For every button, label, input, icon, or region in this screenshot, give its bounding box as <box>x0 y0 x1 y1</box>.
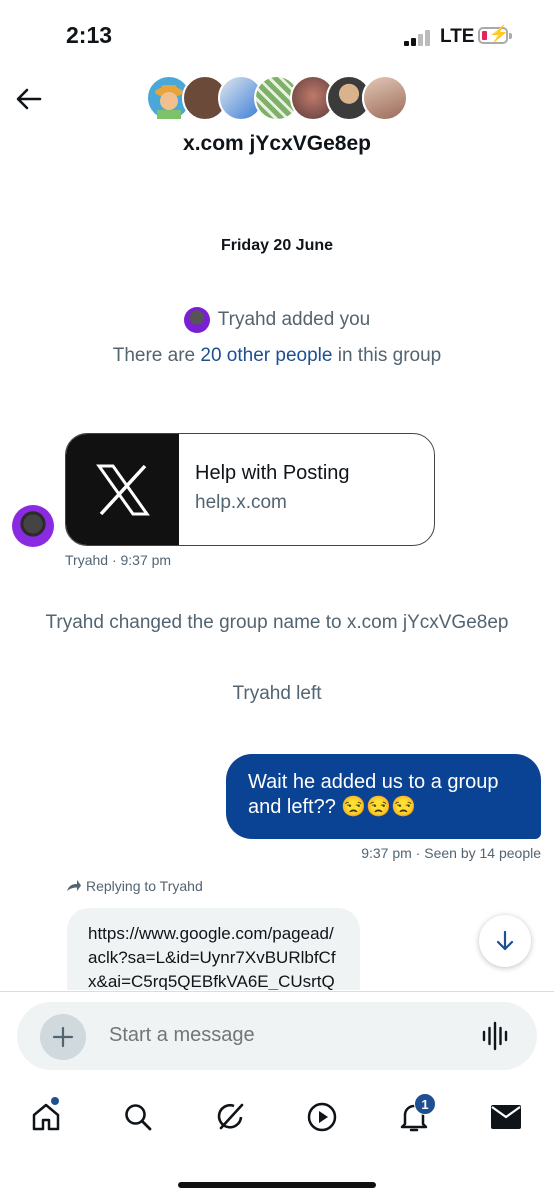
add-media-button[interactable] <box>40 1014 86 1060</box>
home-indicator <box>178 1182 376 1188</box>
mail-icon <box>491 1105 521 1129</box>
my-message-bubble[interactable]: Wait he added us to a group and left?? 😒… <box>226 754 541 839</box>
link-card-domain: help.x.com <box>195 492 287 513</box>
group-name[interactable]: x.com jYcxVGe8ep <box>0 132 554 156</box>
link-card-title: Help with Posting <box>195 462 350 484</box>
voice-message-icon[interactable] <box>481 1020 509 1052</box>
home-icon <box>32 1103 60 1131</box>
sender-avatar[interactable] <box>12 505 54 547</box>
system-added-message: Tryahd added you <box>0 307 554 333</box>
other-people-link[interactable]: 20 other people <box>200 345 332 366</box>
avatar <box>362 75 408 121</box>
nav-home[interactable] <box>22 1093 70 1141</box>
message-input[interactable] <box>109 1024 449 1047</box>
replying-to: Replying to Tryahd <box>66 878 203 894</box>
message-meta: 9:37 pm · Seen by 14 people <box>361 845 541 861</box>
nav-video[interactable] <box>298 1093 346 1141</box>
avatar <box>183 307 210 333</box>
message-composer <box>17 1002 537 1070</box>
others-suffix: in this group <box>337 345 442 366</box>
nav-notifications[interactable]: 1 <box>390 1093 438 1141</box>
system-name-change: Tryahd changed the group name to x.com j… <box>45 612 509 633</box>
added-you-text: Tryahd added you <box>217 309 371 330</box>
nav-messages[interactable] <box>482 1093 530 1141</box>
system-left-notice: Tryahd left <box>232 683 322 704</box>
plus-icon <box>52 1026 74 1048</box>
group-members-notice: There are 20 other people in this group <box>0 345 554 367</box>
others-prefix: There are <box>112 345 196 366</box>
notification-badge: 1 <box>414 1093 436 1115</box>
battery-icon: ⚡ <box>478 26 509 44</box>
video-icon <box>307 1102 337 1132</box>
scroll-to-bottom-button[interactable] <box>479 915 531 967</box>
date-separator: Friday 20 June <box>220 237 334 254</box>
search-icon <box>125 1104 152 1131</box>
nav-search[interactable] <box>114 1093 162 1141</box>
reply-arrow-icon <box>67 880 81 891</box>
replying-to-label: Replying to Tryahd <box>86 878 203 894</box>
reply-message-bubble[interactable]: https://www.google.com/pagead/aclk?sa=L&… <box>67 908 360 990</box>
grok-icon <box>217 1103 244 1130</box>
x-logo-icon <box>66 434 179 545</box>
network-label: LTE <box>440 26 475 47</box>
message-meta: Tryahd · 9:37 pm <box>65 552 172 568</box>
nav-grok[interactable] <box>206 1093 254 1141</box>
home-unread-dot <box>51 1097 59 1105</box>
link-preview-card[interactable]: Help with Posting help.x.com <box>65 433 435 546</box>
status-time: 2:13 <box>66 22 113 48</box>
arrow-down-icon <box>496 930 514 951</box>
back-arrow-icon[interactable] <box>14 84 44 114</box>
signal-icon <box>404 30 434 46</box>
